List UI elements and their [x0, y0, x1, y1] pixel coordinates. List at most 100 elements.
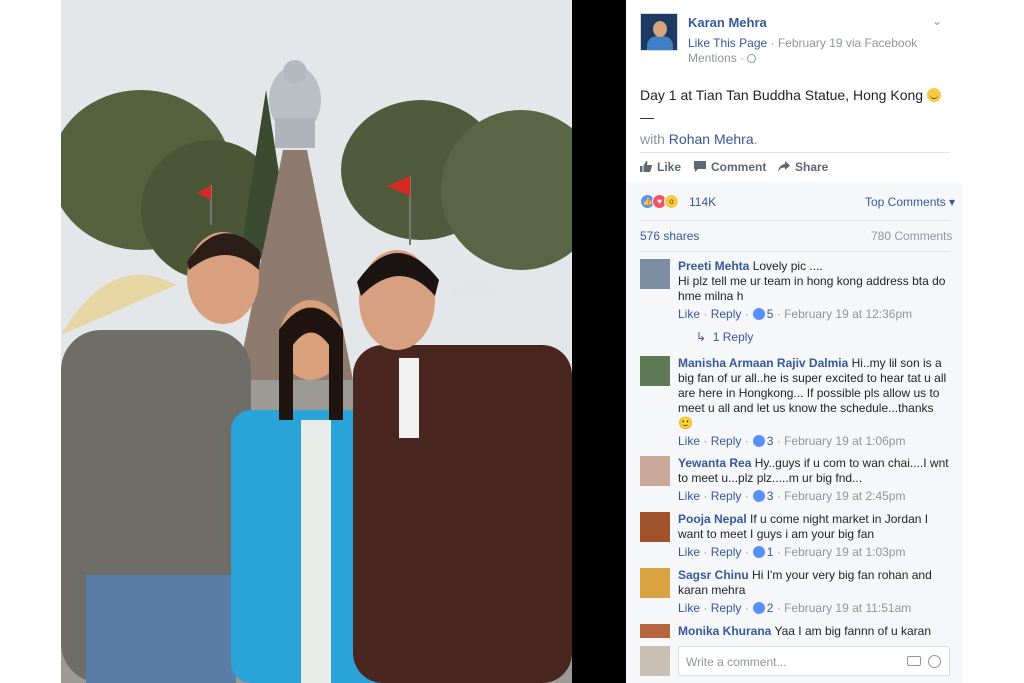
thumbs-up-icon	[640, 161, 652, 172]
caption-text: Day 1 at Tian Tan Buddha Statue, Hong Ko…	[640, 87, 927, 103]
like-count-icon	[752, 308, 765, 320]
post-caption: Day 1 at Tian Tan Buddha Statue, Hong Ko…	[640, 84, 958, 150]
comment-meta: Like · Reply · 5 · February 19 at 12:36pm	[678, 307, 913, 321]
like-label: Like	[657, 160, 682, 174]
photo-viewer: Karan Mehra ⌄ Like This Page · February …	[0, 0, 1024, 683]
commenter-name[interactable]: Pooja Nepal	[678, 512, 747, 526]
comment-button[interactable]: Comment	[694, 160, 766, 174]
page-name[interactable]: Karan Mehra	[688, 15, 767, 30]
post-photo[interactable]	[61, 0, 572, 683]
with-text: with	[640, 131, 669, 147]
globe-icon	[747, 54, 757, 63]
comment-like-link[interactable]: Like	[678, 601, 700, 615]
like-count-icon	[752, 490, 765, 502]
comment-input[interactable]: Write a comment...	[678, 646, 950, 676]
comment-like-count[interactable]: 5	[767, 307, 774, 321]
comment-reply-link[interactable]: Reply	[711, 545, 742, 559]
caption-period: .	[753, 131, 758, 147]
comment-time[interactable]: February 19 at 1:03pm	[784, 545, 905, 559]
commenter-avatar[interactable]	[640, 512, 670, 542]
like-page-link[interactable]: Like This Page	[688, 36, 767, 50]
comments-count[interactable]: 780 Comments	[871, 229, 952, 243]
wow-reaction-icon: o	[664, 194, 679, 209]
commenter-name[interactable]: Monika Khurana	[678, 624, 771, 638]
comment-time[interactable]: February 19 at 2:45pm	[784, 489, 905, 503]
commenter-name[interactable]: Sagsr Chinu	[678, 568, 749, 582]
viewer-avatar	[640, 646, 670, 676]
divider-bar	[572, 0, 626, 683]
comment-text: Yaa I am big fannn of u karan	[774, 624, 932, 638]
comment-body: Manisha Armaan Rajiv Dalmia Hi..my lil s…	[678, 356, 950, 431]
view-replies-link[interactable]: ↳ 1 Reply	[696, 330, 753, 344]
post-actions: Like Comment Share	[640, 158, 950, 178]
page-avatar[interactable]	[640, 13, 678, 51]
like-button[interactable]: Like	[640, 160, 681, 174]
commenter-name[interactable]: Yewanta Rea	[678, 456, 751, 470]
replies-count: 1 Reply	[712, 330, 754, 344]
like-count-icon	[752, 602, 765, 614]
divider	[640, 251, 950, 252]
write-comment-row: Write a comment...	[640, 646, 952, 676]
comment-reply-link[interactable]: Reply	[711, 489, 742, 503]
comment-item: Pooja Nepal If u come night market in Jo…	[640, 512, 952, 562]
comment-input-placeholder: Write a comment...	[686, 655, 787, 669]
comment-meta: Like · Reply · 3 · February 19 at 2:45pm	[678, 489, 906, 503]
comment-body: Yewanta Rea Hy..guys if u com to wan cha…	[678, 456, 950, 486]
comment-like-link[interactable]: Like	[678, 489, 700, 503]
share-button[interactable]: Share	[778, 160, 828, 174]
comment-like-count[interactable]: 1	[767, 545, 774, 559]
commenter-avatar[interactable]	[640, 259, 670, 289]
chevron-down-icon[interactable]: ⌄	[932, 14, 942, 28]
comment-item: Sagsr Chinu Hi I'm your very big fan roh…	[640, 568, 952, 618]
comment-label: Comment	[711, 160, 767, 174]
comment-reply-link[interactable]: Reply	[711, 434, 742, 448]
shares-count[interactable]: 576 shares	[640, 229, 699, 243]
comment-meta: Like · Reply · 3 · February 19 at 1:06pm	[678, 434, 906, 448]
comment-like-count[interactable]: 3	[767, 489, 774, 503]
comment-reply-link[interactable]: Reply	[711, 307, 742, 321]
post-mentions: Mentions ·	[688, 51, 757, 65]
comment-time[interactable]: February 19 at 1:06pm	[784, 434, 905, 448]
photo-illustration	[61, 0, 572, 683]
comment-time[interactable]: February 19 at 12:36pm	[784, 307, 912, 321]
comment-time[interactable]: February 19 at 11:51am	[784, 601, 911, 615]
commenter-avatar[interactable]	[640, 568, 670, 598]
comment-body: Sagsr Chinu Hi I'm your very big fan roh…	[678, 568, 950, 598]
divider	[640, 152, 950, 153]
comments-section: 👍 ♥ o 114K Top Comments ▾ 576 shares 780…	[626, 182, 962, 683]
comment-like-count[interactable]: 3	[767, 434, 774, 448]
reaction-count[interactable]: 114K	[689, 195, 716, 209]
post-date-source: · February 19 via Facebook	[767, 36, 918, 50]
camera-icon[interactable]	[907, 656, 921, 666]
comment-like-link[interactable]: Like	[678, 307, 700, 321]
comment-item: Preeti Mehta Lovely pic .... Hi plz tell…	[640, 259, 952, 344]
comment-body: Monika Khurana Yaa I am big fannn of u k…	[678, 624, 950, 639]
comment-reply-link[interactable]: Reply	[711, 601, 742, 615]
commenter-avatar[interactable]	[640, 624, 670, 638]
share-icon	[778, 161, 790, 172]
post-panel: Karan Mehra ⌄ Like This Page · February …	[626, 0, 962, 683]
like-count-icon	[752, 546, 765, 558]
tagged-person-link[interactable]: Rohan Mehra	[669, 131, 754, 147]
post-meta: Like This Page · February 19 via Faceboo…	[688, 36, 917, 50]
commenter-name[interactable]: Manisha Armaan Rajiv Dalmia	[678, 356, 848, 370]
commenter-avatar[interactable]	[640, 456, 670, 486]
comment-like-link[interactable]: Like	[678, 545, 700, 559]
smile-emoji-icon	[926, 88, 941, 102]
commenter-name[interactable]: Preeti Mehta	[678, 259, 749, 273]
comment-item: Monika Khurana Yaa I am big fannn of u k…	[640, 624, 952, 640]
comment-meta: Like · Reply · 2 · February 19 at 11:51am	[678, 601, 912, 615]
caption-dash: —	[640, 109, 654, 125]
mentions-label[interactable]: Mentions ·	[688, 51, 744, 65]
comment-item: Yewanta Rea Hy..guys if u com to wan cha…	[640, 456, 952, 506]
divider	[640, 220, 950, 221]
top-comments-dropdown[interactable]: Top Comments ▾	[865, 195, 955, 209]
post-header: Karan Mehra ⌄ Like This Page · February …	[640, 12, 960, 68]
like-count-icon	[752, 435, 765, 447]
emoji-icon[interactable]	[928, 655, 941, 668]
comment-like-link[interactable]: Like	[678, 434, 700, 448]
commenter-avatar[interactable]	[640, 356, 670, 386]
comment-like-count[interactable]: 2	[767, 601, 774, 615]
comment-item: Manisha Armaan Rajiv Dalmia Hi..my lil s…	[640, 356, 952, 452]
comment-meta: Like · Reply · 1 · February 19 at 1:03pm	[678, 545, 906, 559]
